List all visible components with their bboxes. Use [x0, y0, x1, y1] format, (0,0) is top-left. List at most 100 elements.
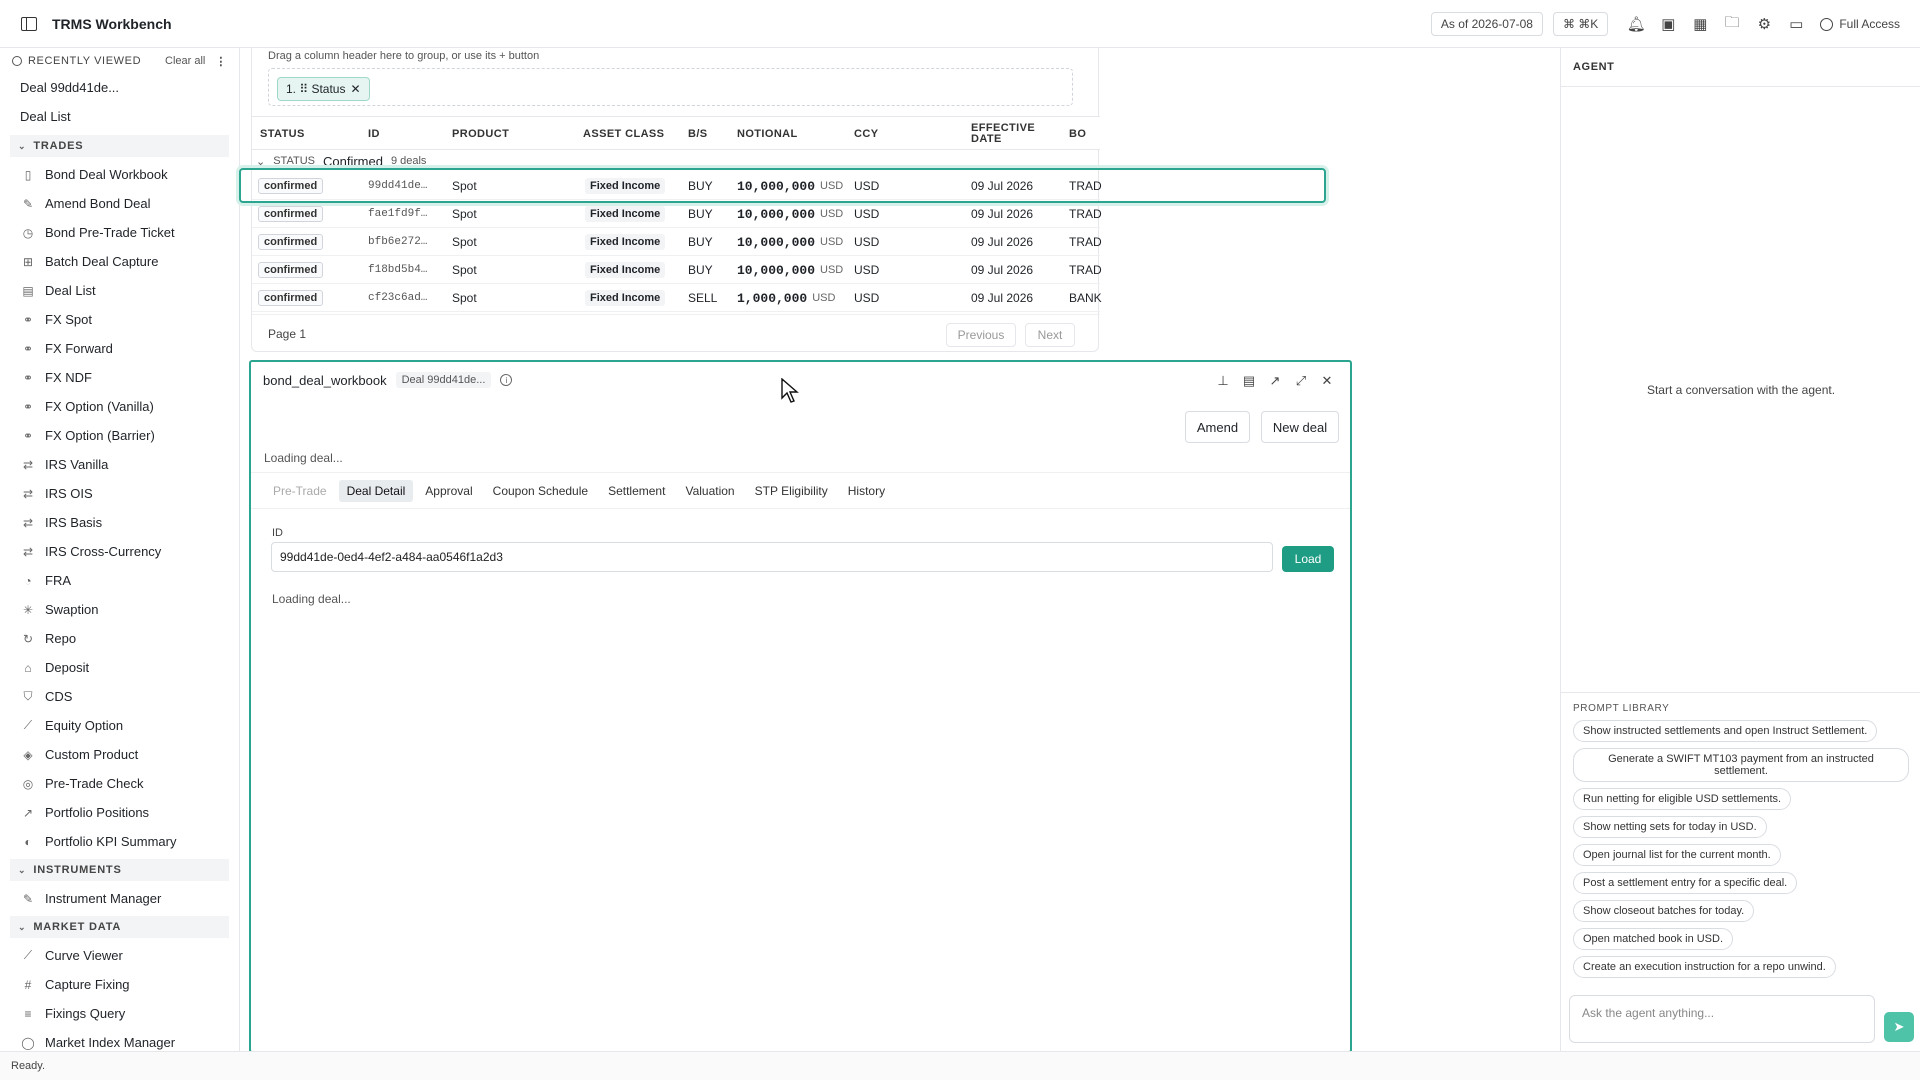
- sidebar-item[interactable]: ⛉ CDS: [0, 682, 239, 711]
- prompt-chip[interactable]: Post a settlement entry for a specific d…: [1573, 872, 1798, 894]
- nav-section-header[interactable]: ⌄ INSTRUMENTS: [10, 859, 229, 881]
- prompt-chip[interactable]: Show netting sets for today in USD.: [1573, 816, 1767, 838]
- column-header[interactable]: NOTIONAL: [737, 117, 852, 151]
- chevron-down-icon[interactable]: ⌄: [256, 155, 265, 168]
- sidebar-item[interactable]: ↻ Repo: [0, 624, 239, 653]
- close-icon[interactable]: ✕: [350, 82, 360, 96]
- tab-deal-detail[interactable]: Deal Detail: [338, 479, 414, 502]
- prompt-chip[interactable]: Show closeout batches for today.: [1573, 900, 1755, 922]
- sidebar-item[interactable]: ◈ Custom Product: [0, 740, 239, 769]
- more-icon[interactable]: ⋮: [215, 55, 227, 68]
- nav-section-header[interactable]: ⌄ TRADES: [10, 135, 229, 157]
- deal-id-input[interactable]: 99dd41de-0ed4-4ef2-a484-aa0546f1a2d3: [271, 542, 1273, 572]
- recent-item[interactable]: Deal List: [0, 103, 239, 132]
- file-plus-icon: ⊞: [22, 254, 34, 269]
- table-row[interactable]: confirmed f18bd5b4… Spot Fixed Income BUY 10,…: [252, 256, 1102, 284]
- sidebar-item[interactable]: ⚭ FX Forward: [0, 334, 239, 363]
- close-icon[interactable]: ✕: [1316, 370, 1338, 392]
- send-icon[interactable]: ➤: [1884, 1012, 1914, 1042]
- sidebar-item[interactable]: ▤ Deal List: [0, 276, 239, 305]
- group-drop-zone[interactable]: 1. ⠿ Status ✕: [268, 68, 1073, 106]
- column-header[interactable]: ID: [368, 117, 448, 151]
- recent-item[interactable]: Deal 99dd41de...: [0, 74, 239, 103]
- agent-input[interactable]: Ask the agent anything...: [1569, 995, 1875, 1043]
- maximize-icon[interactable]: ⤢: [1290, 370, 1312, 392]
- group-row[interactable]: ⌄ STATUS Confirmed 9 deals: [252, 150, 1100, 172]
- tab-valuation[interactable]: Valuation: [677, 480, 742, 502]
- column-header[interactable]: CCY: [854, 117, 964, 151]
- new-deal-button[interactable]: New deal: [1261, 411, 1339, 443]
- access-level[interactable]: Full Access: [1820, 17, 1900, 31]
- sidebar-item[interactable]: ◯ Market Index Manager: [0, 1028, 239, 1051]
- column-header[interactable]: EFFECTIVE DATE: [971, 117, 1066, 151]
- save-icon[interactable]: ▤: [1238, 370, 1260, 392]
- table-row[interactable]: confirmed 99dd41de… Spot Fixed Income BUY 10,…: [252, 172, 1102, 200]
- prompt-chip[interactable]: Show instructed settlements and open Ins…: [1573, 720, 1878, 742]
- sidebar-item[interactable]: ≡ Fixings Query: [0, 999, 239, 1028]
- sidebar-item[interactable]: ⇄ IRS OIS: [0, 479, 239, 508]
- group-chip-status[interactable]: 1. ⠿ Status ✕: [277, 77, 370, 101]
- sidebar-item-label: Portfolio Positions: [45, 805, 150, 820]
- sidebar-item[interactable]: ↗ Portfolio Positions: [0, 798, 239, 827]
- prompt-chip[interactable]: Create an execution instruction for a re…: [1573, 956, 1836, 978]
- tab-coupon-schedule[interactable]: Coupon Schedule: [485, 480, 596, 502]
- table-row[interactable]: confirmed cf23c6ad… Spot Fixed Income SELL 1,…: [252, 284, 1102, 312]
- table-row[interactable]: confirmed fae1fd9f… Spot Fixed Income BUY 10,…: [252, 200, 1102, 228]
- tab-approval[interactable]: Approval: [417, 480, 480, 502]
- tab-history[interactable]: History: [840, 480, 893, 502]
- sidebar-item[interactable]: ✎ Instrument Manager: [0, 884, 239, 913]
- nav-section-header[interactable]: ⌄ MARKET DATA: [10, 916, 229, 938]
- sidebar-toggle-icon[interactable]: [21, 16, 37, 31]
- sidebar-item[interactable]: ⟋ Equity Option: [0, 711, 239, 740]
- column-header[interactable]: BO: [1069, 117, 1109, 151]
- chat-icon[interactable]: ▭: [1780, 12, 1812, 36]
- amend-button[interactable]: Amend: [1185, 411, 1250, 443]
- sidebar-item[interactable]: ⚭ FX Option (Vanilla): [0, 392, 239, 421]
- load-button[interactable]: Load: [1282, 546, 1334, 572]
- as-of-date[interactable]: As of 2026-07-08: [1430, 12, 1543, 36]
- tab-settlement[interactable]: Settlement: [600, 480, 673, 502]
- next-button[interactable]: Next: [1025, 323, 1075, 347]
- tab-stp-eligibility[interactable]: STP Eligibility: [747, 480, 836, 502]
- sidebar-item[interactable]: ⇄ IRS Cross-Currency: [0, 537, 239, 566]
- column-header[interactable]: STATUS: [260, 117, 360, 151]
- folder-icon[interactable]: 🗀: [1716, 12, 1748, 36]
- sidebar-item[interactable]: ⚭ FX NDF: [0, 363, 239, 392]
- prompt-chip[interactable]: Open matched book in USD.: [1573, 928, 1734, 950]
- previous-button[interactable]: Previous: [946, 323, 1016, 347]
- bo-cell: TRAD: [1069, 172, 1102, 200]
- calendar-icon[interactable]: ▣: [1652, 12, 1684, 36]
- gear-icon[interactable]: ⚙: [1748, 12, 1780, 36]
- notional-cell: 10,000,000 USD: [737, 200, 843, 228]
- sidebar-item[interactable]: ✎ Amend Bond Deal: [0, 189, 239, 218]
- sidebar-item[interactable]: ✳ Swaption: [0, 595, 239, 624]
- sidebar-item[interactable]: # Capture Fixing: [0, 970, 239, 999]
- sidebar-item[interactable]: ⚭ FX Option (Barrier): [0, 421, 239, 450]
- sidebar-item[interactable]: ◔ FRA: [0, 566, 239, 595]
- info-icon[interactable]: i: [500, 374, 513, 386]
- external-link-icon[interactable]: ↗: [1264, 370, 1286, 392]
- product-cell: Spot: [452, 228, 477, 256]
- bell-icon[interactable]: 🔔︎: [1620, 12, 1652, 36]
- command-palette-button[interactable]: ⌘ ⌘K: [1552, 12, 1609, 36]
- prompt-chip[interactable]: Run netting for eligible USD settlements…: [1573, 788, 1792, 810]
- sidebar-item[interactable]: ◎ Pre-Trade Check: [0, 769, 239, 798]
- pin-icon[interactable]: ⊥: [1212, 370, 1234, 392]
- table-row[interactable]: confirmed bfb6e272… Spot Fixed Income BUY 10,…: [252, 228, 1102, 256]
- column-header[interactable]: B/S: [688, 117, 733, 151]
- prompt-chip[interactable]: Generate a SWIFT MT103 payment from an i…: [1573, 748, 1909, 782]
- sidebar-item[interactable]: ▯ Bond Deal Workbook: [0, 160, 239, 189]
- sidebar-item[interactable]: ⚭ FX Spot: [0, 305, 239, 334]
- sidebar-item[interactable]: ⊞ Batch Deal Capture: [0, 247, 239, 276]
- sidebar-item[interactable]: ◷ Bond Pre-Trade Ticket: [0, 218, 239, 247]
- clear-all-button[interactable]: Clear all: [165, 55, 205, 67]
- sidebar-item[interactable]: ⌂ Deposit: [0, 653, 239, 682]
- sidebar-item[interactable]: ⇄ IRS Basis: [0, 508, 239, 537]
- sidebar-item[interactable]: ⟋ Curve Viewer: [0, 941, 239, 970]
- prompt-chip[interactable]: Open journal list for the current month.: [1573, 844, 1781, 866]
- layout-icon[interactable]: ▦: [1684, 12, 1716, 36]
- column-header[interactable]: PRODUCT: [452, 117, 572, 151]
- sidebar-item[interactable]: ◐ Portfolio KPI Summary: [0, 827, 239, 856]
- column-header[interactable]: ASSET CLASS: [583, 117, 683, 151]
- sidebar-item[interactable]: ⇄ IRS Vanilla: [0, 450, 239, 479]
